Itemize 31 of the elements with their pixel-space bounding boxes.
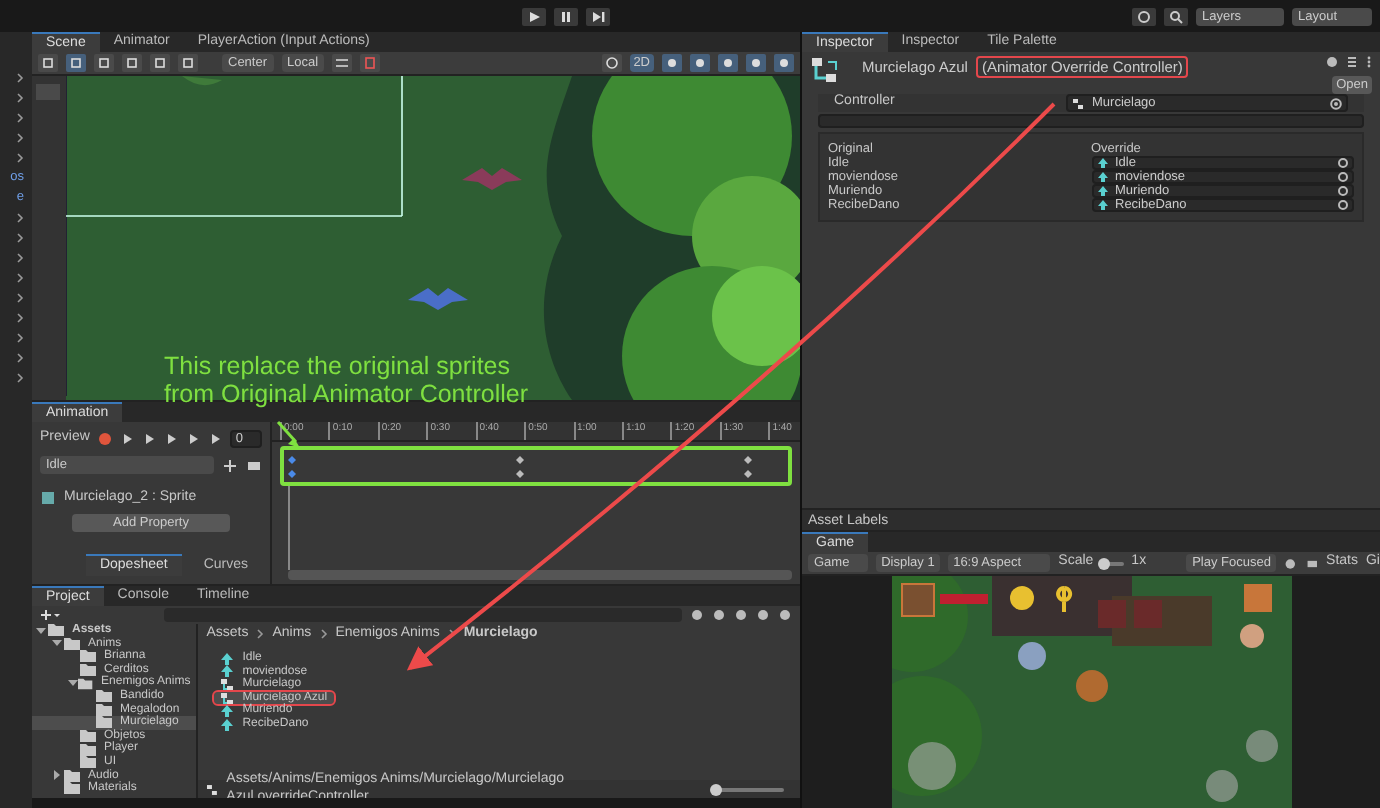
previous-frame-button[interactable] [141,432,156,446]
create-menu-icon[interactable] [40,608,60,622]
next-frame-button[interactable] [185,432,200,446]
first-frame-button[interactable] [119,432,134,446]
sprite-icon [40,490,56,507]
add-keyframe-icon[interactable] [222,457,238,473]
more-icon[interactable] [1366,56,1372,68]
scale-slider-thumb[interactable] [1097,557,1110,569]
expand-arrow-icon[interactable] [68,678,78,689]
chevron-icon [256,628,265,640]
filter-field[interactable] [818,114,1364,128]
play-button[interactable] [163,432,178,446]
record-button[interactable] [97,432,112,446]
grid-icon[interactable] [332,54,353,72]
last-frame-button[interactable] [207,432,222,446]
zoom-slider-thumb[interactable] [710,783,723,795]
object-picker-icon[interactable] [1330,97,1342,109]
override-controller-icon [810,56,838,84]
snap-icon[interactable] [360,54,381,72]
step-button[interactable] [586,7,610,25]
controller-icon [206,783,219,795]
play-button[interactable] [522,7,546,25]
preset-icon[interactable] [1346,56,1358,68]
controller-icon [1072,97,1084,109]
chevron-icon [319,628,328,640]
scrollbar[interactable] [288,570,792,580]
pause-button[interactable] [554,7,578,25]
annotation-text: This replace the original sprites from Original Animator Controller [164,352,529,408]
expand-arrow-icon[interactable] [52,770,62,781]
search-field[interactable] [164,608,682,622]
search-icon[interactable] [1164,7,1188,25]
